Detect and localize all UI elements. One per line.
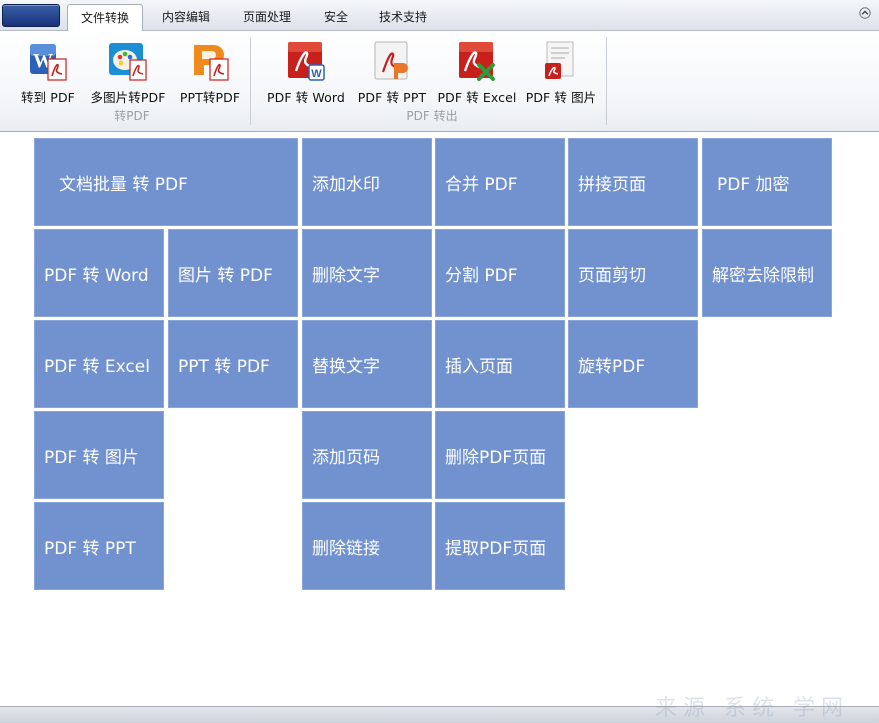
tile-label: 分割 PDF <box>445 265 518 286</box>
ppt-to-pdf-icon <box>194 45 229 81</box>
watermark-text: 来源 系统 学网 <box>655 696 849 721</box>
tile-insert-page[interactable]: 插入页面 <box>435 320 565 408</box>
tile-label: PDF 转 图片 <box>44 447 139 468</box>
tile-extract-pdf-page[interactable]: 提取PDF页面 <box>435 502 565 590</box>
group-separator <box>250 37 251 125</box>
tile-add-page-number[interactable]: 添加页码 <box>302 411 432 499</box>
pdf-to-ppt-label: PDF 转 PPT <box>357 90 427 105</box>
tab-page-process[interactable]: 页面处理 <box>229 4 305 31</box>
tile-label: 旋转PDF <box>578 356 646 377</box>
pdf-to-image-label: PDF 转 图片 <box>525 90 597 105</box>
images-to-pdf-icon <box>109 43 147 81</box>
pdf-to-ppt-icon <box>374 41 408 80</box>
tile-delete-text[interactable]: 删除文字 <box>302 229 432 317</box>
tile-label: 插入页面 <box>445 356 513 377</box>
tile-label: 合并 PDF <box>445 174 518 195</box>
tab-tech-support[interactable]: 技术支持 <box>366 4 440 31</box>
tile-label: 替换文字 <box>312 356 380 377</box>
tile-pdf-to-image[interactable]: PDF 转 图片 <box>34 411 164 499</box>
svg-text:W: W <box>311 68 322 80</box>
tile-pdf-encrypt[interactable]: PDF 加密 <box>702 138 832 226</box>
ribbon-panel: W 转到 PDF 多图片转PDF PPT转PDF 转PDF W PDF 转 Wo… <box>0 31 879 132</box>
tile-delete-pdf-page[interactable]: 删除PDF页面 <box>435 411 565 499</box>
tile-replace-text[interactable]: 替换文字 <box>302 320 432 408</box>
tile-label: 添加水印 <box>312 174 380 195</box>
tile-label: 添加页码 <box>312 447 380 468</box>
images-to-pdf-label: 多图片转PDF <box>90 90 166 105</box>
pdf-to-word-button[interactable]: W PDF 转 Word <box>262 35 350 105</box>
tile-label: 页面剪切 <box>578 265 646 286</box>
tile-batch-to-pdf[interactable]: 文档批量 转 PDF <box>34 138 298 226</box>
tile-label: PDF 转 PPT <box>44 538 136 559</box>
to-pdf-label: 转到 PDF <box>21 90 75 105</box>
tile-label: 文档批量 转 PDF <box>59 174 188 195</box>
tile-label: PPT 转 PDF <box>178 356 270 377</box>
pdf-to-excel-button[interactable]: PDF 转 Excel <box>434 35 520 105</box>
to-pdf-button[interactable]: W 转到 PDF <box>16 35 80 105</box>
pdf-to-ppt-button[interactable]: PDF 转 PPT <box>354 35 430 105</box>
pdf-to-excel-label: PDF 转 Excel <box>437 90 517 105</box>
ribbon-tab-bar: 文件转换 内容编辑 页面处理 安全 技术支持 <box>0 0 879 32</box>
tile-pdf-to-excel[interactable]: PDF 转 Excel <box>34 320 164 408</box>
tile-image-to-pdf[interactable]: 图片 转 PDF <box>168 229 298 317</box>
images-to-pdf-button[interactable]: 多图片转PDF <box>86 35 170 105</box>
ppt-to-pdf-label: PPT转PDF <box>179 90 241 105</box>
word-to-pdf-icon: W <box>30 44 67 81</box>
pdf-to-word-icon: W <box>288 42 325 81</box>
tile-ppt-to-pdf[interactable]: PPT 转 PDF <box>168 320 298 408</box>
tile-delete-link[interactable]: 删除链接 <box>302 502 432 590</box>
collapse-ribbon-icon[interactable] <box>859 7 871 19</box>
pdf-to-excel-icon <box>459 42 495 81</box>
tile-label: 删除文字 <box>312 265 380 286</box>
tile-decrypt-remove-limit[interactable]: 解密去除限制 <box>702 229 832 317</box>
group-label-to-pdf: 转PDF <box>114 109 150 123</box>
tile-label: 图片 转 PDF <box>178 265 273 286</box>
group-separator <box>606 37 607 125</box>
tile-label: 拼接页面 <box>578 174 646 195</box>
tile-label: 提取PDF页面 <box>445 538 547 559</box>
tab-content-edit[interactable]: 内容编辑 <box>148 4 224 31</box>
tile-join-pages[interactable]: 拼接页面 <box>568 138 698 226</box>
ppt-to-pdf-button[interactable]: PPT转PDF <box>174 35 246 105</box>
tile-label: 解密去除限制 <box>712 265 814 286</box>
tile-label: PDF 转 Word <box>44 265 149 286</box>
tile-merge-pdf[interactable]: 合并 PDF <box>435 138 565 226</box>
tile-label: PDF 转 Excel <box>44 356 150 377</box>
tile-label: 删除链接 <box>312 538 380 559</box>
tile-split-pdf[interactable]: 分割 PDF <box>435 229 565 317</box>
tile-label: 删除PDF页面 <box>445 447 547 468</box>
tab-security[interactable]: 安全 <box>310 4 362 31</box>
tile-crop-page[interactable]: 页面剪切 <box>568 229 698 317</box>
tile-pdf-to-ppt[interactable]: PDF 转 PPT <box>34 502 164 590</box>
application-menu-button[interactable] <box>2 4 60 27</box>
tile-label: PDF 加密 <box>717 174 790 195</box>
tile-pdf-to-word[interactable]: PDF 转 Word <box>34 229 164 317</box>
tab-file-convert[interactable]: 文件转换 <box>67 4 143 32</box>
group-label-pdf-export: PDF 转出 <box>406 109 458 123</box>
pdf-to-word-label: PDF 转 Word <box>267 90 345 105</box>
pdf-to-image-button[interactable]: PDF 转 图片 <box>522 35 600 105</box>
tile-rotate-pdf[interactable]: 旋转PDF <box>568 320 698 408</box>
tile-add-watermark[interactable]: 添加水印 <box>302 138 432 226</box>
pdf-to-image-icon <box>545 41 574 79</box>
